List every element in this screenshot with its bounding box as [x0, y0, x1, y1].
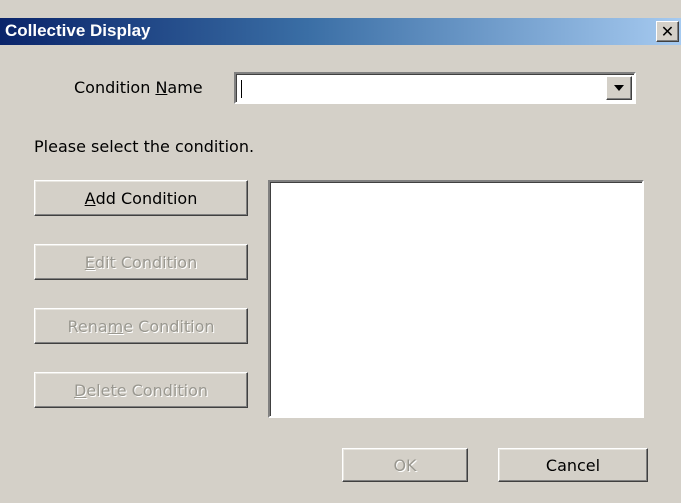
add-condition-button[interactable]: Add Condition: [34, 180, 248, 216]
condition-name-combobox[interactable]: [234, 72, 636, 104]
window-title: Collective Display: [5, 21, 151, 40]
close-button[interactable]: ✕: [656, 21, 679, 42]
cancel-button[interactable]: Cancel: [498, 448, 648, 482]
title-bar: Collective Display ✕: [0, 18, 681, 45]
text-caret: [241, 80, 242, 98]
rename-condition-button[interactable]: Rena m e Condition: [34, 308, 248, 344]
condition-name-label: Condition Name: [74, 78, 203, 97]
ok-button[interactable]: OK: [342, 448, 468, 482]
combobox-dropdown-arrow-icon[interactable]: [606, 76, 632, 100]
instruction-text: Please select the condition.: [34, 137, 255, 156]
delete-condition-button[interactable]: Delete Condition: [34, 372, 248, 408]
close-icon: ✕: [660, 21, 675, 41]
edit-condition-button[interactable]: Edit Condition: [34, 244, 248, 280]
condition-listbox[interactable]: [268, 180, 644, 418]
